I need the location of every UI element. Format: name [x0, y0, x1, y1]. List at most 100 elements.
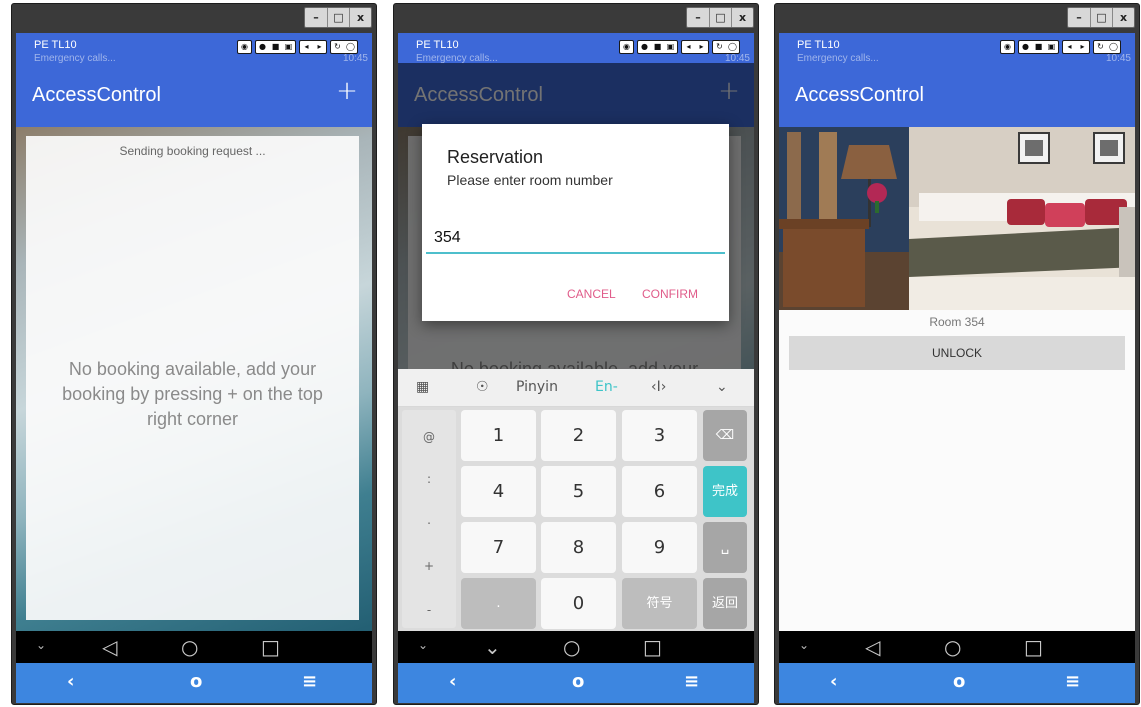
home-circle-icon[interactable]: o [572, 671, 584, 692]
hide-keyboard-icon[interactable]: ⌄ [484, 637, 501, 657]
device-name: PE TL10 [416, 39, 459, 51]
home-icon[interactable]: ○ [563, 637, 580, 657]
minimize-button[interactable]: – [305, 8, 327, 27]
confirm-button[interactable]: CONFIRM [642, 287, 698, 301]
pinyin-option[interactable]: Pinyin [516, 379, 558, 395]
key-1[interactable]: 1 [461, 410, 536, 461]
done-key[interactable]: 完成 [703, 466, 747, 517]
dialog-message: Please enter room number [447, 172, 613, 188]
back-arrow-icon[interactable]: ‹ [67, 671, 74, 692]
chevron-down-icon[interactable]: ⌄ [418, 638, 428, 652]
keyboard-toolbar: ▦ ☉ Pinyin En- ‹I› ⌄ [398, 369, 754, 407]
close-button[interactable]: x [1112, 8, 1134, 27]
back-icon[interactable]: ◁ [865, 637, 880, 657]
home-circle-icon[interactable]: o [190, 671, 202, 692]
maximize-button[interactable]: □ [327, 8, 349, 27]
symbol-key[interactable]: @ [402, 430, 456, 444]
power-icon[interactable]: ◯ [1107, 41, 1120, 53]
back-icon[interactable]: ◁ [102, 637, 117, 657]
emulator-tools: ◉ ● ■ ▣ ◂ ▸ ↻ ◯ [619, 40, 740, 54]
status-bar: PE TL10 Emergency calls... 10:45 ◉ ● ■ ▣… [398, 33, 754, 63]
key-3[interactable]: 3 [622, 410, 697, 461]
chevron-down-icon[interactable]: ⌄ [716, 379, 728, 395]
key-2[interactable]: 2 [541, 410, 616, 461]
minimize-button[interactable]: – [1068, 8, 1090, 27]
volume-up-icon[interactable]: ▸ [695, 41, 708, 53]
symbols-key[interactable]: 符号 [622, 578, 697, 629]
video-icon[interactable]: ■ [1032, 41, 1045, 53]
menu-icon[interactable]: ≡ [302, 671, 317, 692]
microphone-icon[interactable]: ☉ [476, 379, 489, 395]
record-icon[interactable]: ● [1019, 41, 1032, 53]
space-key[interactable]: ␣ [703, 522, 747, 573]
power-icon[interactable]: ◯ [344, 41, 357, 53]
chevron-down-icon[interactable]: ⌄ [36, 638, 46, 652]
symbol-column: @ : . + - [402, 410, 456, 628]
rotate-icon[interactable]: ↻ [1094, 41, 1107, 53]
key-7[interactable]: 7 [461, 522, 536, 573]
record-icon[interactable]: ● [638, 41, 651, 53]
maximize-button[interactable]: □ [1090, 8, 1112, 27]
emulator-toolbar: ‹ o ≡ [779, 663, 1135, 703]
key-9[interactable]: 9 [622, 522, 697, 573]
volume-down-icon[interactable]: ◂ [300, 41, 313, 53]
rotate-icon[interactable]: ↻ [713, 41, 726, 53]
window-controls: – □ x [1067, 7, 1135, 28]
recents-icon[interactable]: □ [1024, 637, 1043, 657]
key-4[interactable]: 4 [461, 466, 536, 517]
dot-key[interactable]: . [461, 578, 536, 629]
home-circle-icon[interactable]: o [953, 671, 965, 692]
back-arrow-icon[interactable]: ‹ [449, 671, 456, 692]
key-0[interactable]: 0 [541, 578, 616, 629]
symbol-key[interactable]: : [402, 472, 456, 486]
minimize-button[interactable]: – [687, 8, 709, 27]
key-8[interactable]: 8 [541, 522, 616, 573]
back-arrow-icon[interactable]: ‹ [830, 671, 837, 692]
device-name: PE TL10 [34, 39, 77, 51]
symbol-key[interactable]: - [402, 603, 456, 617]
rotate-icon[interactable]: ↻ [331, 41, 344, 53]
return-key[interactable]: 返回 [703, 578, 747, 629]
headset-icon[interactable]: ◉ [1001, 41, 1014, 53]
cancel-button[interactable]: CANCEL [567, 287, 616, 301]
camera-icon[interactable]: ▣ [664, 41, 677, 53]
backspace-key[interactable]: ⌫ [703, 410, 747, 461]
video-icon[interactable]: ■ [651, 41, 664, 53]
close-button[interactable]: x [731, 8, 753, 27]
chevron-down-icon[interactable]: ⌄ [799, 638, 809, 652]
key-5[interactable]: 5 [541, 466, 616, 517]
close-button[interactable]: x [349, 8, 371, 27]
device-name: PE TL10 [797, 39, 840, 51]
headset-icon[interactable]: ◉ [620, 41, 633, 53]
grid-menu-icon[interactable]: ▦ [416, 379, 429, 395]
video-icon[interactable]: ■ [269, 41, 282, 53]
headset-icon[interactable]: ◉ [238, 41, 251, 53]
record-icon[interactable]: ● [256, 41, 269, 53]
recents-icon[interactable]: □ [643, 637, 662, 657]
camera-icon[interactable]: ▣ [1045, 41, 1058, 53]
home-icon[interactable]: ○ [181, 637, 198, 657]
menu-icon[interactable]: ≡ [684, 671, 699, 692]
emulator-window-1: – □ x PE TL10 Emergency calls... 10:45 ◉… [11, 3, 377, 705]
add-booking-button[interactable]: + [334, 76, 360, 106]
volume-up-icon[interactable]: ▸ [1076, 41, 1089, 53]
key-6[interactable]: 6 [622, 466, 697, 517]
room-number-input[interactable] [426, 224, 725, 254]
power-icon[interactable]: ◯ [726, 41, 739, 53]
dialog-title: Reservation [447, 147, 544, 167]
camera-icon[interactable]: ▣ [282, 41, 295, 53]
volume-up-icon[interactable]: ▸ [313, 41, 326, 53]
unlock-button[interactable]: UNLOCK [789, 336, 1125, 370]
symbol-key[interactable]: + [402, 559, 456, 573]
english-option[interactable]: En- [595, 379, 618, 395]
volume-down-icon[interactable]: ◂ [682, 41, 695, 53]
cursor-icon[interactable]: ‹I› [651, 379, 666, 395]
window-controls: – □ x [304, 7, 372, 28]
volume-down-icon[interactable]: ◂ [1063, 41, 1076, 53]
maximize-button[interactable]: □ [709, 8, 731, 27]
status-text: Emergency calls... [797, 53, 879, 63]
symbol-key[interactable]: . [402, 513, 456, 527]
recents-icon[interactable]: □ [261, 637, 280, 657]
home-icon[interactable]: ○ [944, 637, 961, 657]
menu-icon[interactable]: ≡ [1065, 671, 1080, 692]
